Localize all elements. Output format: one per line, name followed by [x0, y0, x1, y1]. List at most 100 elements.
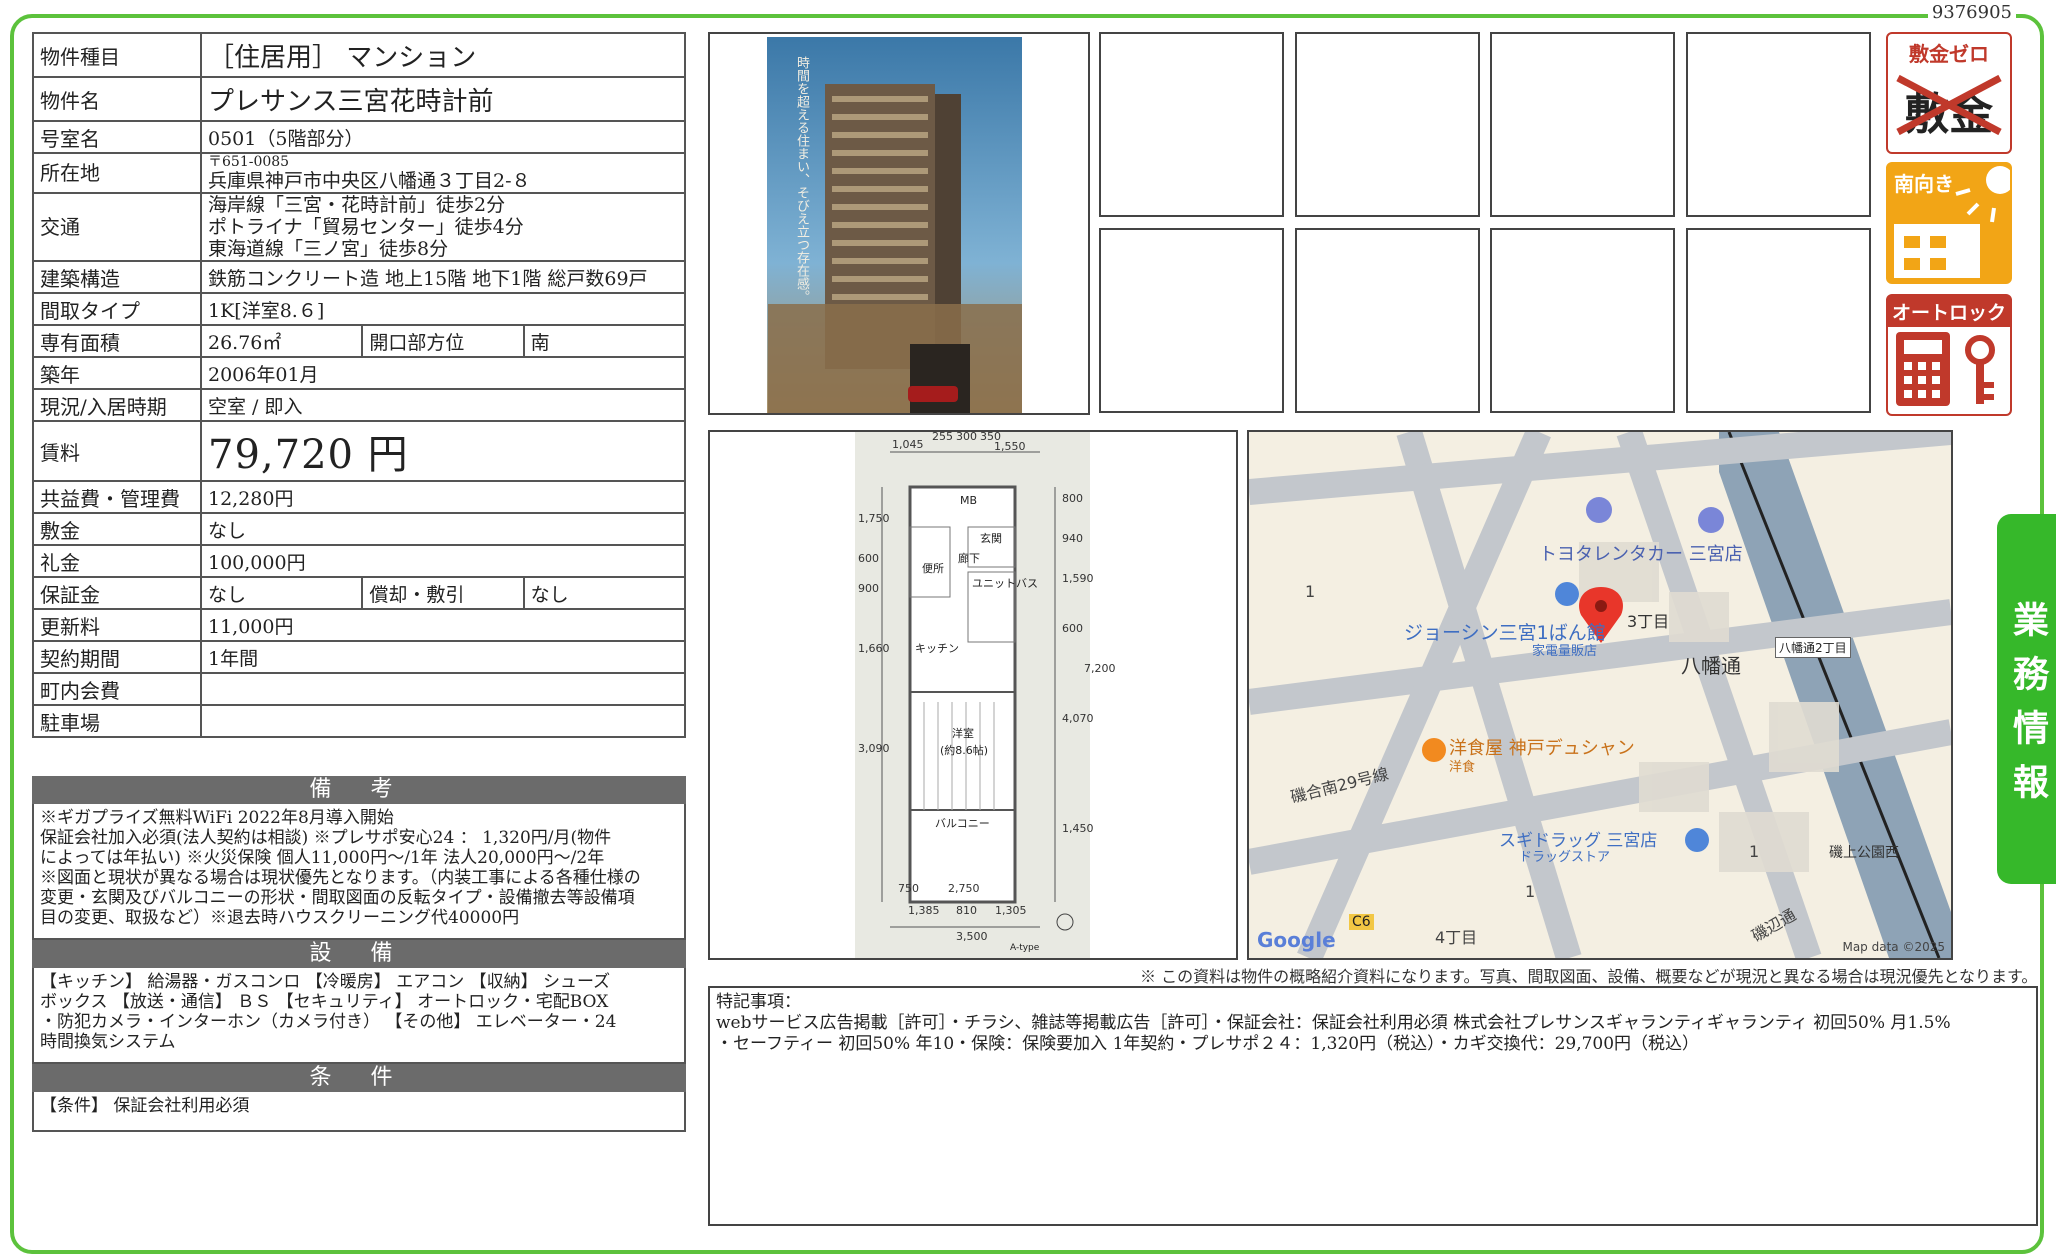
- value-renewal: 11,000円: [200, 608, 686, 642]
- dim-left: 1,750: [858, 512, 890, 525]
- photo-thumb: [1490, 228, 1675, 413]
- photo-thumb: [1295, 32, 1480, 217]
- notes-line: webサービス広告掲載［許可］・チラシ、雑誌等掲載広告［許可］・保証会社：保証会…: [716, 1013, 1951, 1033]
- label-structure: 建築構造: [32, 260, 202, 294]
- row-structure: 建築構造 鉄筋コンクリート造 地上15階 地下1階 総戸数69戸: [32, 260, 686, 294]
- dim-top: 300: [956, 432, 977, 443]
- remarks-line: によっては年払い) ※火災保険 個人11,000円～/1年 法人20,000円～…: [40, 848, 605, 868]
- facilities-line: ・防犯カメラ・インターホン（カメラ付き） 【その他】 エレベーター・24: [40, 1012, 617, 1032]
- conditions-body: 【条件】 保証会社利用必須: [32, 1092, 686, 1132]
- value-town: [200, 672, 686, 706]
- label-type: 物件種目: [32, 32, 202, 78]
- label-parking: 駐車場: [32, 704, 202, 738]
- facilities-line: 【キッチン】 給湯器・ガスコンロ 【冷暖房】 エアコン 【収納】 シューズ: [40, 972, 611, 992]
- row-guarantee: 保証金 なし 償却・敷引 なし: [32, 576, 687, 610]
- value-built: 2006年01月: [200, 356, 686, 390]
- value-key-money: 100,000円: [200, 544, 686, 578]
- photo-thumb: [1099, 228, 1284, 413]
- map-roads: [1249, 432, 1951, 958]
- row-renewal: 更新料 11,000円: [32, 608, 686, 642]
- dim-right: 4,070: [1062, 712, 1094, 725]
- cross-mark-icon: [1896, 74, 2002, 136]
- conditions-header: 条 件: [32, 1064, 686, 1092]
- facilities-body: 【キッチン】 給湯器・ガスコンロ 【冷暖房】 エアコン 【収納】 シューズ ボッ…: [32, 968, 686, 1064]
- value-guarantee: なし: [199, 576, 364, 610]
- transport-line: 東海道線「三ノ宮」徒歩8分: [208, 238, 449, 260]
- room-label: (約8.6帖): [940, 743, 988, 757]
- room-label: 玄関: [980, 531, 1002, 545]
- map-panel[interactable]: トヨタレンタカー 三宮店 ジョーシン三宮1ばん館 家電量販店 3丁目 八幡通 八…: [1247, 430, 1953, 960]
- label-built: 築年: [32, 356, 202, 390]
- dim-bottom: 2,750: [948, 882, 980, 895]
- intercom-key-icon: [1896, 332, 1995, 406]
- row-built: 築年 2006年01月: [32, 356, 686, 390]
- row-rent: 賃料 79,720 円: [32, 420, 686, 482]
- value-layout: 1K[洋室8.６]: [200, 292, 686, 326]
- dim-right: 7,200: [1084, 662, 1116, 675]
- row-parking: 駐車場: [32, 704, 686, 738]
- map-label: トヨタレンタカー 三宮店: [1539, 544, 1743, 565]
- remarks-line: 目の変更、取扱など）※退去時ハウスクリーニング代40000円: [40, 908, 520, 928]
- plan-type-label: A-type: [1010, 943, 1040, 953]
- room-label: 便所: [922, 562, 944, 575]
- row-deposit: 敷金 なし: [32, 512, 686, 546]
- postal-code: 〒651-0085: [208, 154, 290, 170]
- value-type: ［住居用］ マンション: [200, 32, 686, 78]
- value-name: プレサンス三宮花時計前: [200, 76, 686, 122]
- dim-right: 800: [1062, 492, 1083, 505]
- remarks-line: 保証会社加入必須(法人契約は相談) ※プレサポ安心24 ： 1,320円/月(物…: [40, 828, 612, 848]
- row-layout: 間取タイプ 1K[洋室8.６]: [32, 292, 686, 326]
- document-id: 9376905: [1927, 2, 2016, 23]
- label-amortization: 償却・敷引: [361, 576, 525, 610]
- badge-autolock: オートロック: [1886, 294, 2012, 416]
- transport-line: 海岸線「三宮・花時計前」徒歩2分: [208, 194, 506, 216]
- remarks-line: ※図面と現状が異なる場合は現状優先となります。（内装工事による各種仕様の: [40, 868, 641, 888]
- row-address: 所在地 〒651-0085 兵庫県神戸市中央区八幡通３丁目2-８: [32, 152, 686, 194]
- disclaimer: ※ この資料は物件の概略紹介資料になります。写真、間取図面、設備、概要などが現況…: [1140, 967, 2038, 986]
- dim-top: 255: [932, 432, 953, 443]
- label-renewal: 更新料: [32, 608, 202, 642]
- dim-bottom: 1,305: [995, 904, 1027, 917]
- google-logo: Google: [1257, 928, 1336, 952]
- building-photo: 時間を超える住まい、そびえ立つ存在感。: [708, 32, 1090, 415]
- row-area: 専有面積 26.76㎡ 開口部方位南: [32, 324, 687, 358]
- map-label: 3丁目: [1627, 612, 1670, 631]
- label-name: 物件名: [32, 76, 202, 122]
- conditions-line: 【条件】 保証会社利用必須: [40, 1096, 250, 1116]
- value-fee: 12,280円: [200, 480, 686, 514]
- row-key-money: 礼金 100,000円: [32, 544, 686, 578]
- map-label: 4丁目: [1435, 928, 1478, 947]
- label-status: 現況/入居時期: [32, 388, 202, 422]
- photo-thumb: [1490, 32, 1675, 217]
- value-rent: 79,720 円: [200, 420, 686, 482]
- label-contract: 契約期間: [32, 640, 202, 674]
- dim-right: 600: [1062, 622, 1083, 635]
- dim-left: 3,090: [858, 742, 890, 755]
- room-label: 廊下: [958, 551, 980, 565]
- dim-left: 900: [858, 582, 879, 595]
- label-address: 所在地: [32, 152, 202, 194]
- map-label: 八幡通: [1681, 654, 1741, 678]
- room-label: ユニットバス: [972, 577, 1038, 590]
- row-type: 物件種目 ［住居用］ マンション: [32, 32, 686, 78]
- value-amortization: なし: [522, 576, 687, 610]
- label-transport: 交通: [32, 192, 202, 262]
- value-room: 0501（5階部分）: [200, 120, 686, 154]
- map-label: 1: [1749, 842, 1760, 861]
- room-label: MB: [960, 494, 977, 507]
- special-notes: 特記事項： webサービス広告掲載［許可］・チラシ、雑誌等掲載広告［許可］・保証…: [708, 986, 2038, 1226]
- room-label: バルコニー: [935, 817, 990, 830]
- business-info-tab[interactable]: 業務情報: [1997, 514, 2056, 884]
- row-town: 町内会費: [32, 672, 686, 706]
- property-table: 物件種目 ［住居用］ マンション 物件名 プレサンス三宮花時計前 号室名 0501（5…: [32, 32, 687, 738]
- label-town: 町内会費: [32, 672, 202, 706]
- value-contract: 1年間: [200, 640, 686, 674]
- map-label: C6: [1349, 914, 1374, 930]
- room-label: 洋室: [952, 726, 974, 740]
- remarks-body: ※ギガプライズ無料WiFi 2022年8月導入開始 保証会社加入必須(法人契約は…: [32, 804, 686, 940]
- map-label: 八幡通2丁目: [1775, 637, 1851, 658]
- floorplan-panel: 1,045 255 300 350 1,550 800 940 1,590 60…: [708, 430, 1238, 960]
- floorplan-drawing: 1,045 255 300 350 1,550 800 940 1,590 60…: [855, 432, 1116, 958]
- map-label: 洋食: [1449, 760, 1476, 775]
- map-label: 1: [1305, 582, 1316, 601]
